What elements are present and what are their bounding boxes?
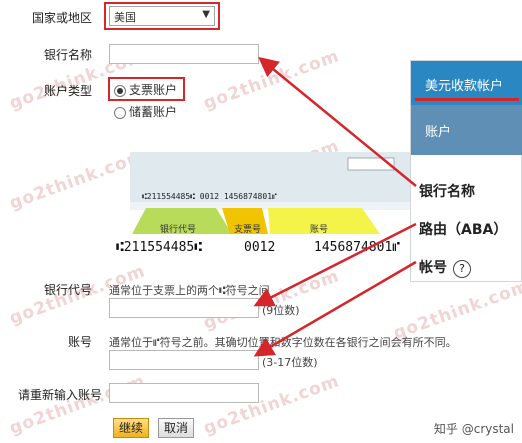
arrow-account bbox=[253, 260, 417, 357]
arrow-bank-name bbox=[258, 56, 417, 187]
credit-text: 知乎 @crystal bbox=[433, 422, 514, 436]
arrow-routing bbox=[253, 222, 417, 307]
annotation-arrows bbox=[253, 56, 417, 357]
